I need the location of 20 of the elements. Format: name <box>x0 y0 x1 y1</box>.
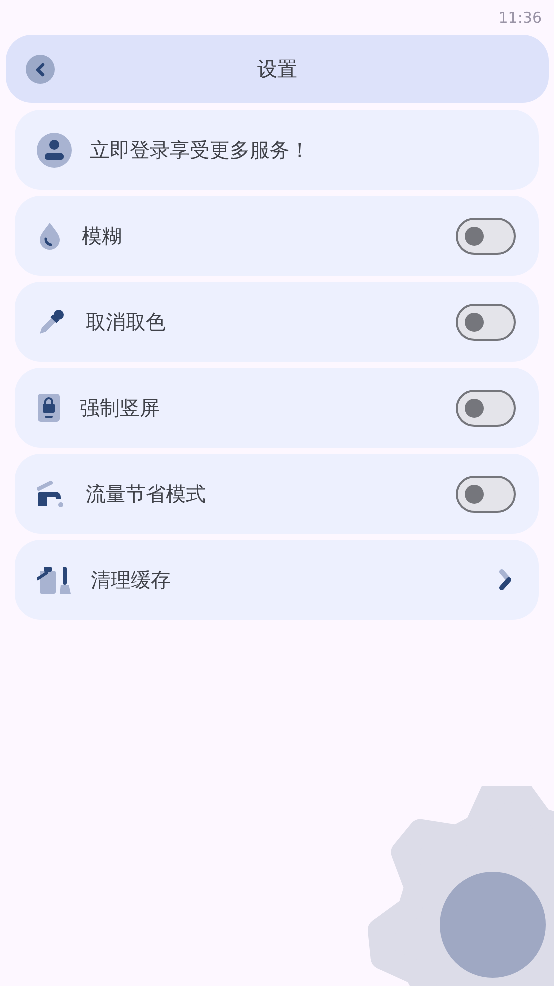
cleaning-icon <box>37 565 73 595</box>
eyedropper-icon <box>37 307 67 337</box>
setting-label: 流量节省模式 <box>86 480 207 508</box>
toggle-switch[interactable] <box>456 304 516 340</box>
login-card[interactable]: 立即登录享受更多服务！ <box>15 110 539 190</box>
setting-label: 清理缓存 <box>91 566 172 594</box>
user-avatar-icon <box>37 132 72 168</box>
back-button[interactable] <box>26 55 55 84</box>
status-time: 11:36 <box>498 8 542 26</box>
login-prompt: 立即登录享受更多服务！ <box>90 136 311 164</box>
setting-label: 强制竖屏 <box>80 394 161 422</box>
setting-label: 模糊 <box>82 222 123 250</box>
toggle-switch[interactable] <box>456 218 516 254</box>
water-drop-icon <box>37 221 63 251</box>
phone-lock-icon <box>37 393 61 423</box>
toggle-switch[interactable] <box>456 390 516 426</box>
page-title: 设置 <box>258 56 298 82</box>
chevron-icon <box>498 568 514 592</box>
toggle-switch[interactable] <box>456 476 516 512</box>
setting-label: 取消取色 <box>86 308 167 336</box>
